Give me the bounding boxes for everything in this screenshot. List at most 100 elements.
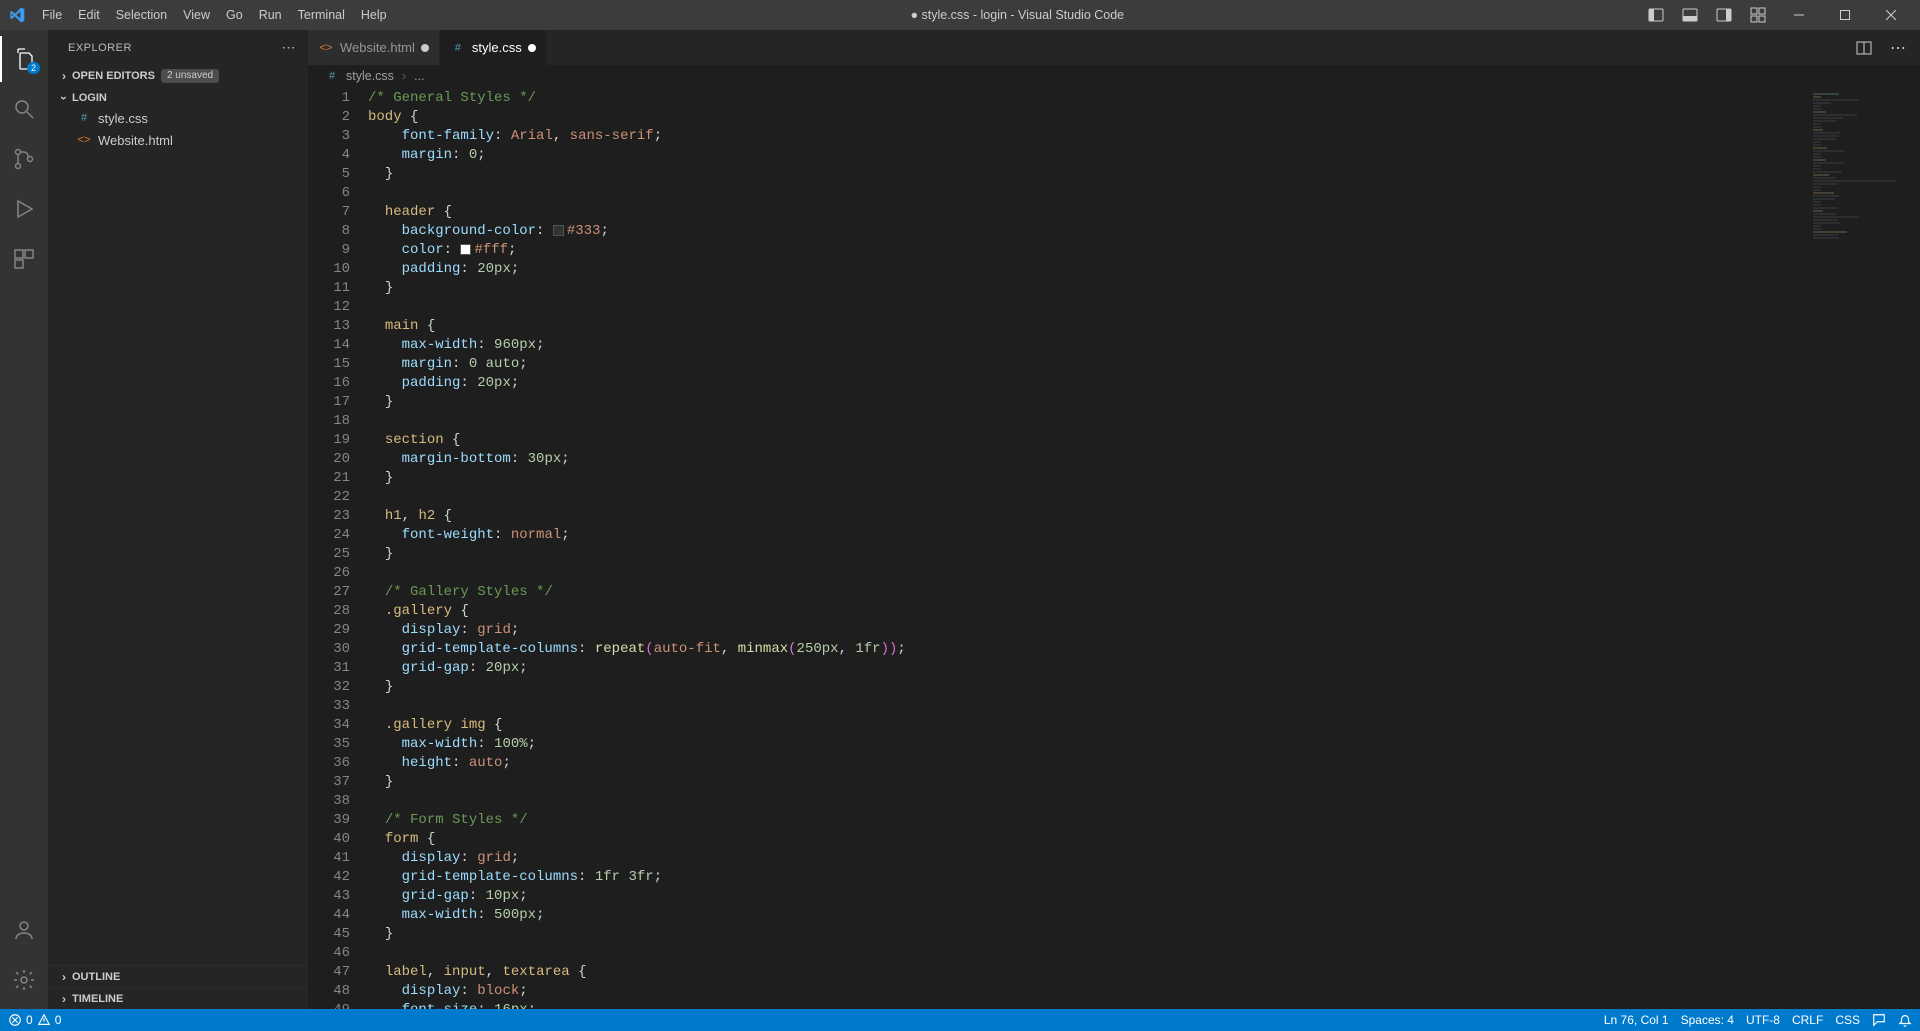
color-swatch-icon: [553, 225, 564, 236]
code-line[interactable]: max-width: 100%;: [368, 735, 1806, 754]
code-line[interactable]: }: [368, 279, 1806, 298]
code-line[interactable]: }: [368, 393, 1806, 412]
code-line[interactable]: [368, 412, 1806, 431]
activity-explorer[interactable]: 2: [0, 36, 48, 82]
file-item[interactable]: <>Website.html: [48, 129, 308, 151]
title-bar: FileEditSelectionViewGoRunTerminalHelp ●…: [0, 0, 1920, 30]
status-language[interactable]: CSS: [1835, 1013, 1860, 1027]
code-line[interactable]: main {: [368, 317, 1806, 336]
code-line[interactable]: padding: 20px;: [368, 374, 1806, 393]
code-line[interactable]: font-size: 16px;: [368, 1001, 1806, 1009]
code-line[interactable]: /* Form Styles */: [368, 811, 1806, 830]
code-line[interactable]: [368, 488, 1806, 507]
code-line[interactable]: height: auto;: [368, 754, 1806, 773]
maximize-button[interactable]: [1822, 0, 1868, 30]
folder-section[interactable]: › LOGIN: [48, 89, 308, 107]
split-editor-icon[interactable]: [1850, 34, 1878, 62]
code-line[interactable]: [368, 298, 1806, 317]
breadcrumbs[interactable]: # style.css › ...: [308, 65, 1920, 87]
layout-toggle-secondary-icon[interactable]: [1708, 0, 1740, 30]
editor-body[interactable]: 1234567891011121314151617181920212223242…: [308, 87, 1920, 1009]
code-line[interactable]: }: [368, 165, 1806, 184]
scrollbar[interactable]: [1906, 87, 1920, 1009]
code-line[interactable]: display: grid;: [368, 621, 1806, 640]
code-line[interactable]: display: grid;: [368, 849, 1806, 868]
timeline-section[interactable]: › TIMELINE: [48, 987, 308, 1009]
status-eol[interactable]: CRLF: [1792, 1013, 1823, 1027]
code-line[interactable]: header {: [368, 203, 1806, 222]
code-line[interactable]: label, input, textarea {: [368, 963, 1806, 982]
code-line[interactable]: background-color: #333;: [368, 222, 1806, 241]
activity-source-control[interactable]: [0, 136, 48, 182]
customize-layout-icon[interactable]: [1742, 0, 1774, 30]
code-line[interactable]: grid-gap: 10px;: [368, 887, 1806, 906]
explorer-more-icon[interactable]: ⋯: [282, 39, 297, 56]
menu-terminal[interactable]: Terminal: [290, 0, 353, 30]
code-line[interactable]: /* General Styles */: [368, 89, 1806, 108]
code-line[interactable]: display: block;: [368, 982, 1806, 1001]
status-bell-icon[interactable]: [1898, 1013, 1912, 1027]
code-line[interactable]: .gallery {: [368, 602, 1806, 621]
layout-toggle-panel-icon[interactable]: [1674, 0, 1706, 30]
tab[interactable]: #style.css: [440, 30, 547, 65]
code-line[interactable]: }: [368, 545, 1806, 564]
code-line[interactable]: [368, 792, 1806, 811]
status-encoding[interactable]: UTF-8: [1746, 1013, 1780, 1027]
code-line[interactable]: }: [368, 925, 1806, 944]
menu-run[interactable]: Run: [251, 0, 290, 30]
code-line[interactable]: }: [368, 469, 1806, 488]
minimap[interactable]: [1806, 87, 1906, 1009]
menu-file[interactable]: File: [34, 0, 70, 30]
tab[interactable]: <>Website.html: [308, 30, 440, 65]
file-name: style.css: [98, 111, 148, 126]
menu-view[interactable]: View: [175, 0, 218, 30]
status-problems[interactable]: 0 0: [8, 1013, 61, 1027]
status-cursor[interactable]: Ln 76, Col 1: [1604, 1013, 1669, 1027]
code-line[interactable]: form {: [368, 830, 1806, 849]
outline-section[interactable]: › OUTLINE: [48, 965, 308, 987]
code-line[interactable]: font-family: Arial, sans-serif;: [368, 127, 1806, 146]
code-line[interactable]: max-width: 960px;: [368, 336, 1806, 355]
activity-accounts[interactable]: [0, 907, 48, 953]
window-title: ● style.css - login - Visual Studio Code: [395, 8, 1640, 22]
menu-selection[interactable]: Selection: [108, 0, 175, 30]
code-line[interactable]: color: #fff;: [368, 241, 1806, 260]
code-line[interactable]: [368, 944, 1806, 963]
minimize-button[interactable]: [1776, 0, 1822, 30]
menu-go[interactable]: Go: [218, 0, 251, 30]
code-line[interactable]: [368, 697, 1806, 716]
code-line[interactable]: grid-template-columns: repeat(auto-fit, …: [368, 640, 1806, 659]
code-line[interactable]: margin: 0;: [368, 146, 1806, 165]
code-line[interactable]: /* Gallery Styles */: [368, 583, 1806, 602]
code-line[interactable]: section {: [368, 431, 1806, 450]
code-line[interactable]: font-weight: normal;: [368, 526, 1806, 545]
code-line[interactable]: body {: [368, 108, 1806, 127]
open-editors-section[interactable]: › OPEN EDITORS 2 unsaved: [48, 67, 308, 85]
code-line[interactable]: [368, 184, 1806, 203]
code-line[interactable]: margin: 0 auto;: [368, 355, 1806, 374]
code-line[interactable]: }: [368, 678, 1806, 697]
status-feedback-icon[interactable]: [1872, 1013, 1886, 1027]
code-line[interactable]: }: [368, 773, 1806, 792]
code-area[interactable]: /* General Styles */body { font-family: …: [368, 87, 1806, 1009]
code-line[interactable]: .gallery img {: [368, 716, 1806, 735]
code-line[interactable]: [368, 564, 1806, 583]
activity-search[interactable]: [0, 86, 48, 132]
css-file-icon: #: [76, 110, 92, 126]
file-item[interactable]: # style.css: [48, 107, 308, 129]
close-button[interactable]: [1868, 0, 1914, 30]
code-line[interactable]: grid-gap: 20px;: [368, 659, 1806, 678]
code-line[interactable]: max-width: 500px;: [368, 906, 1806, 925]
code-line[interactable]: margin-bottom: 30px;: [368, 450, 1806, 469]
layout-toggle-primary-icon[interactable]: [1640, 0, 1672, 30]
menu-help[interactable]: Help: [353, 0, 395, 30]
activity-run-debug[interactable]: [0, 186, 48, 232]
more-actions-icon[interactable]: ⋯: [1884, 34, 1912, 62]
menu-edit[interactable]: Edit: [70, 0, 108, 30]
code-line[interactable]: padding: 20px;: [368, 260, 1806, 279]
activity-extensions[interactable]: [0, 236, 48, 282]
code-line[interactable]: h1, h2 {: [368, 507, 1806, 526]
code-line[interactable]: grid-template-columns: 1fr 3fr;: [368, 868, 1806, 887]
status-spaces[interactable]: Spaces: 4: [1681, 1013, 1734, 1027]
activity-settings[interactable]: [0, 957, 48, 1003]
